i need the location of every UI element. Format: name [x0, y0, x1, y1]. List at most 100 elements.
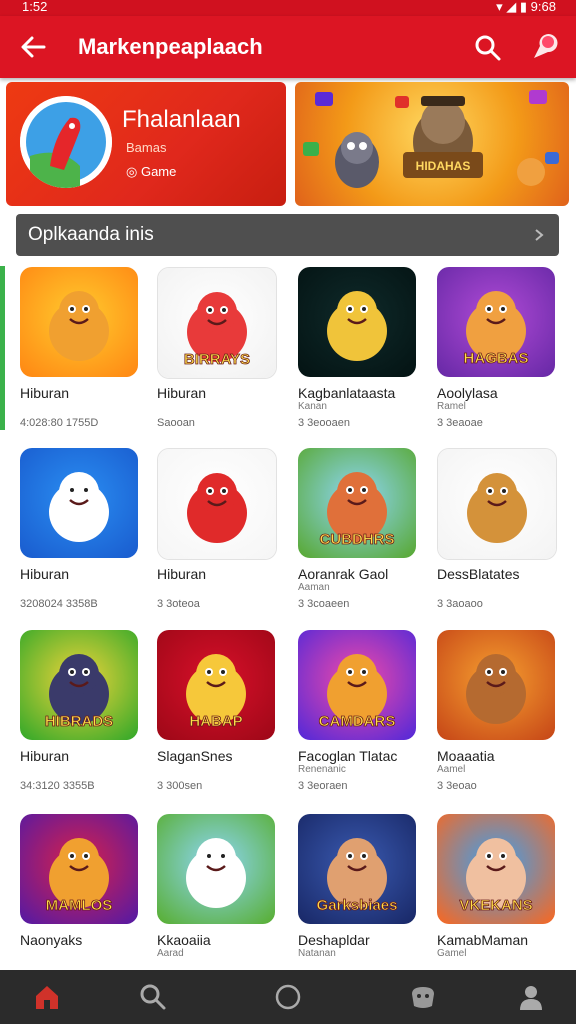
app-bar: Markenpeaplaach	[0, 16, 576, 78]
app-name: Hiburan	[20, 748, 70, 764]
app-name: Hiburan	[20, 566, 70, 582]
app-name: SlaganSnes	[157, 748, 233, 764]
app-meta: 3 3eooaen	[298, 417, 350, 429]
banner-artwork-icon: HIDAHAS	[303, 90, 559, 188]
app-thumbnail	[157, 814, 275, 924]
app-meta: 3 3coaeen	[298, 598, 350, 610]
app-meta: 3 3eaoae	[437, 417, 483, 429]
artwork-logo-text: BIRRAYS	[184, 351, 250, 368]
app-name: Kagbanlataasta	[298, 385, 396, 401]
app-thumbnail	[20, 267, 138, 377]
app-thumbnail: HABAP	[157, 630, 275, 740]
app-artwork-icon: HAGBAS	[437, 267, 555, 377]
artwork-logo-text: VKEKANS	[459, 897, 532, 914]
scroll-edge-indicator	[0, 266, 5, 430]
app-name: Aoranrak Gaol	[298, 566, 389, 582]
app-name: Hiburan	[157, 566, 207, 582]
app-artwork-icon	[157, 814, 275, 924]
game-logo-icon	[20, 96, 112, 188]
app-artwork-icon: HIBRADS	[20, 630, 138, 740]
artwork-logo-text: HAGBAS	[463, 350, 528, 367]
app-artwork-icon	[298, 267, 416, 377]
status-bar: 1:52 ▾ ◢ ▮ 9:68	[0, 0, 576, 16]
app-thumbnail: CUBDHRS	[298, 448, 416, 558]
app-artwork-icon: HABAP	[157, 630, 275, 740]
app-thumbnail: HAGBAS	[437, 267, 555, 377]
app-thumbnail	[298, 267, 416, 377]
section-header[interactable]: Oplkaanda inis	[16, 214, 559, 256]
app-thumbnail	[437, 448, 557, 560]
app-meta: Saooan	[157, 417, 195, 429]
app-thumbnail: BIRRAYS	[157, 267, 277, 379]
featured-banner-artwork[interactable]: HIDAHAS	[295, 82, 569, 206]
artwork-logo-text: HIBRADS	[45, 713, 113, 730]
app-category: Aamel	[437, 764, 466, 775]
app-category: Kanan	[298, 401, 327, 412]
app-category: Aaman	[298, 582, 330, 593]
app-name: Kkaoaiia	[157, 932, 211, 948]
app-name: Hiburan	[157, 385, 207, 401]
search-nav-icon[interactable]	[138, 982, 168, 1012]
app-thumbnail: Garksbiaes	[298, 814, 416, 924]
app-artwork-icon	[438, 449, 556, 559]
app-artwork-icon	[158, 449, 276, 559]
app-meta: 3 3oteoa	[157, 598, 200, 610]
app-artwork-icon: VKEKANS	[437, 814, 555, 924]
app-meta: 34:3120 3355B	[20, 780, 95, 792]
app-thumbnail	[437, 630, 555, 740]
artwork-logo-text: Garksbiaes	[317, 897, 398, 914]
artwork-logo-text: CAMDARS	[319, 713, 396, 730]
app-artwork-icon: CAMDARS	[298, 630, 416, 740]
app-artwork-icon: Garksbiaes	[298, 814, 416, 924]
status-icons: ▾ ◢ ▮ 9:68	[496, 0, 556, 14]
app-thumbnail	[20, 448, 138, 558]
app-artwork-icon: BIRRAYS	[158, 268, 276, 378]
app-name: Moaaatia	[437, 748, 495, 764]
app-category: Gamel	[437, 948, 467, 959]
home-icon[interactable]	[32, 982, 62, 1012]
app-category: Ramel	[437, 401, 466, 412]
app-artwork-icon	[437, 630, 555, 740]
featured-banner-game[interactable]: Fhalanlaan Bamas ◎ Game	[6, 82, 286, 206]
status-time: 1:52	[22, 0, 48, 14]
banner-subtitle: Bamas	[126, 140, 167, 155]
app-name: KamabMaman	[437, 932, 529, 948]
app-thumbnail: MAMLOS	[20, 814, 138, 924]
app-name: Deshapldar	[298, 932, 370, 948]
notification-icon[interactable]	[528, 32, 558, 62]
app-artwork-icon: CUBDHRS	[298, 448, 416, 558]
app-meta: 3208024 3358B	[20, 598, 98, 610]
app-meta: 3 3eoraen	[298, 780, 348, 792]
page-title: Markenpeaplaach	[78, 34, 263, 59]
artwork-logo-text: HABAP	[189, 713, 242, 730]
banner-game-label: ◎ Game	[126, 164, 177, 179]
app-thumbnail	[157, 448, 277, 560]
app-thumbnail: CAMDARS	[298, 630, 416, 740]
section-title: Oplkaanda inis	[28, 224, 154, 245]
app-thumbnail: HIBRADS	[20, 630, 138, 740]
back-arrow-icon[interactable]	[18, 32, 48, 62]
app-name: DessBlatates	[437, 566, 520, 582]
app-artwork-icon	[20, 448, 138, 558]
search-icon[interactable]	[474, 34, 502, 62]
app-category: Renenanic	[298, 764, 346, 775]
bottom-navigation	[0, 970, 576, 1024]
circle-nav-icon[interactable]	[273, 982, 303, 1012]
chevron-right-icon	[535, 229, 544, 241]
app-artwork-icon	[20, 267, 138, 377]
games-nav-icon[interactable]	[408, 982, 438, 1012]
app-name: Naonyaks	[20, 932, 83, 948]
artwork-logo-text: MAMLOS	[46, 897, 113, 914]
banner-title: Fhalanlaan	[122, 106, 241, 133]
app-meta: 3 300sen	[157, 780, 203, 792]
app-name: Aoolylasa	[437, 385, 498, 401]
app-meta: 3 3eoao	[437, 780, 477, 792]
app-meta: 4:028:80 1755D	[20, 417, 99, 429]
app-category: Aarad	[157, 948, 184, 959]
app-thumbnail: VKEKANS	[437, 814, 555, 924]
app-category: Natanan	[298, 948, 336, 959]
app-name: Hiburan	[20, 385, 70, 401]
artwork-logo-text: CUBDHRS	[320, 531, 395, 548]
app-artwork-icon: MAMLOS	[20, 814, 138, 924]
profile-icon[interactable]	[516, 982, 546, 1012]
